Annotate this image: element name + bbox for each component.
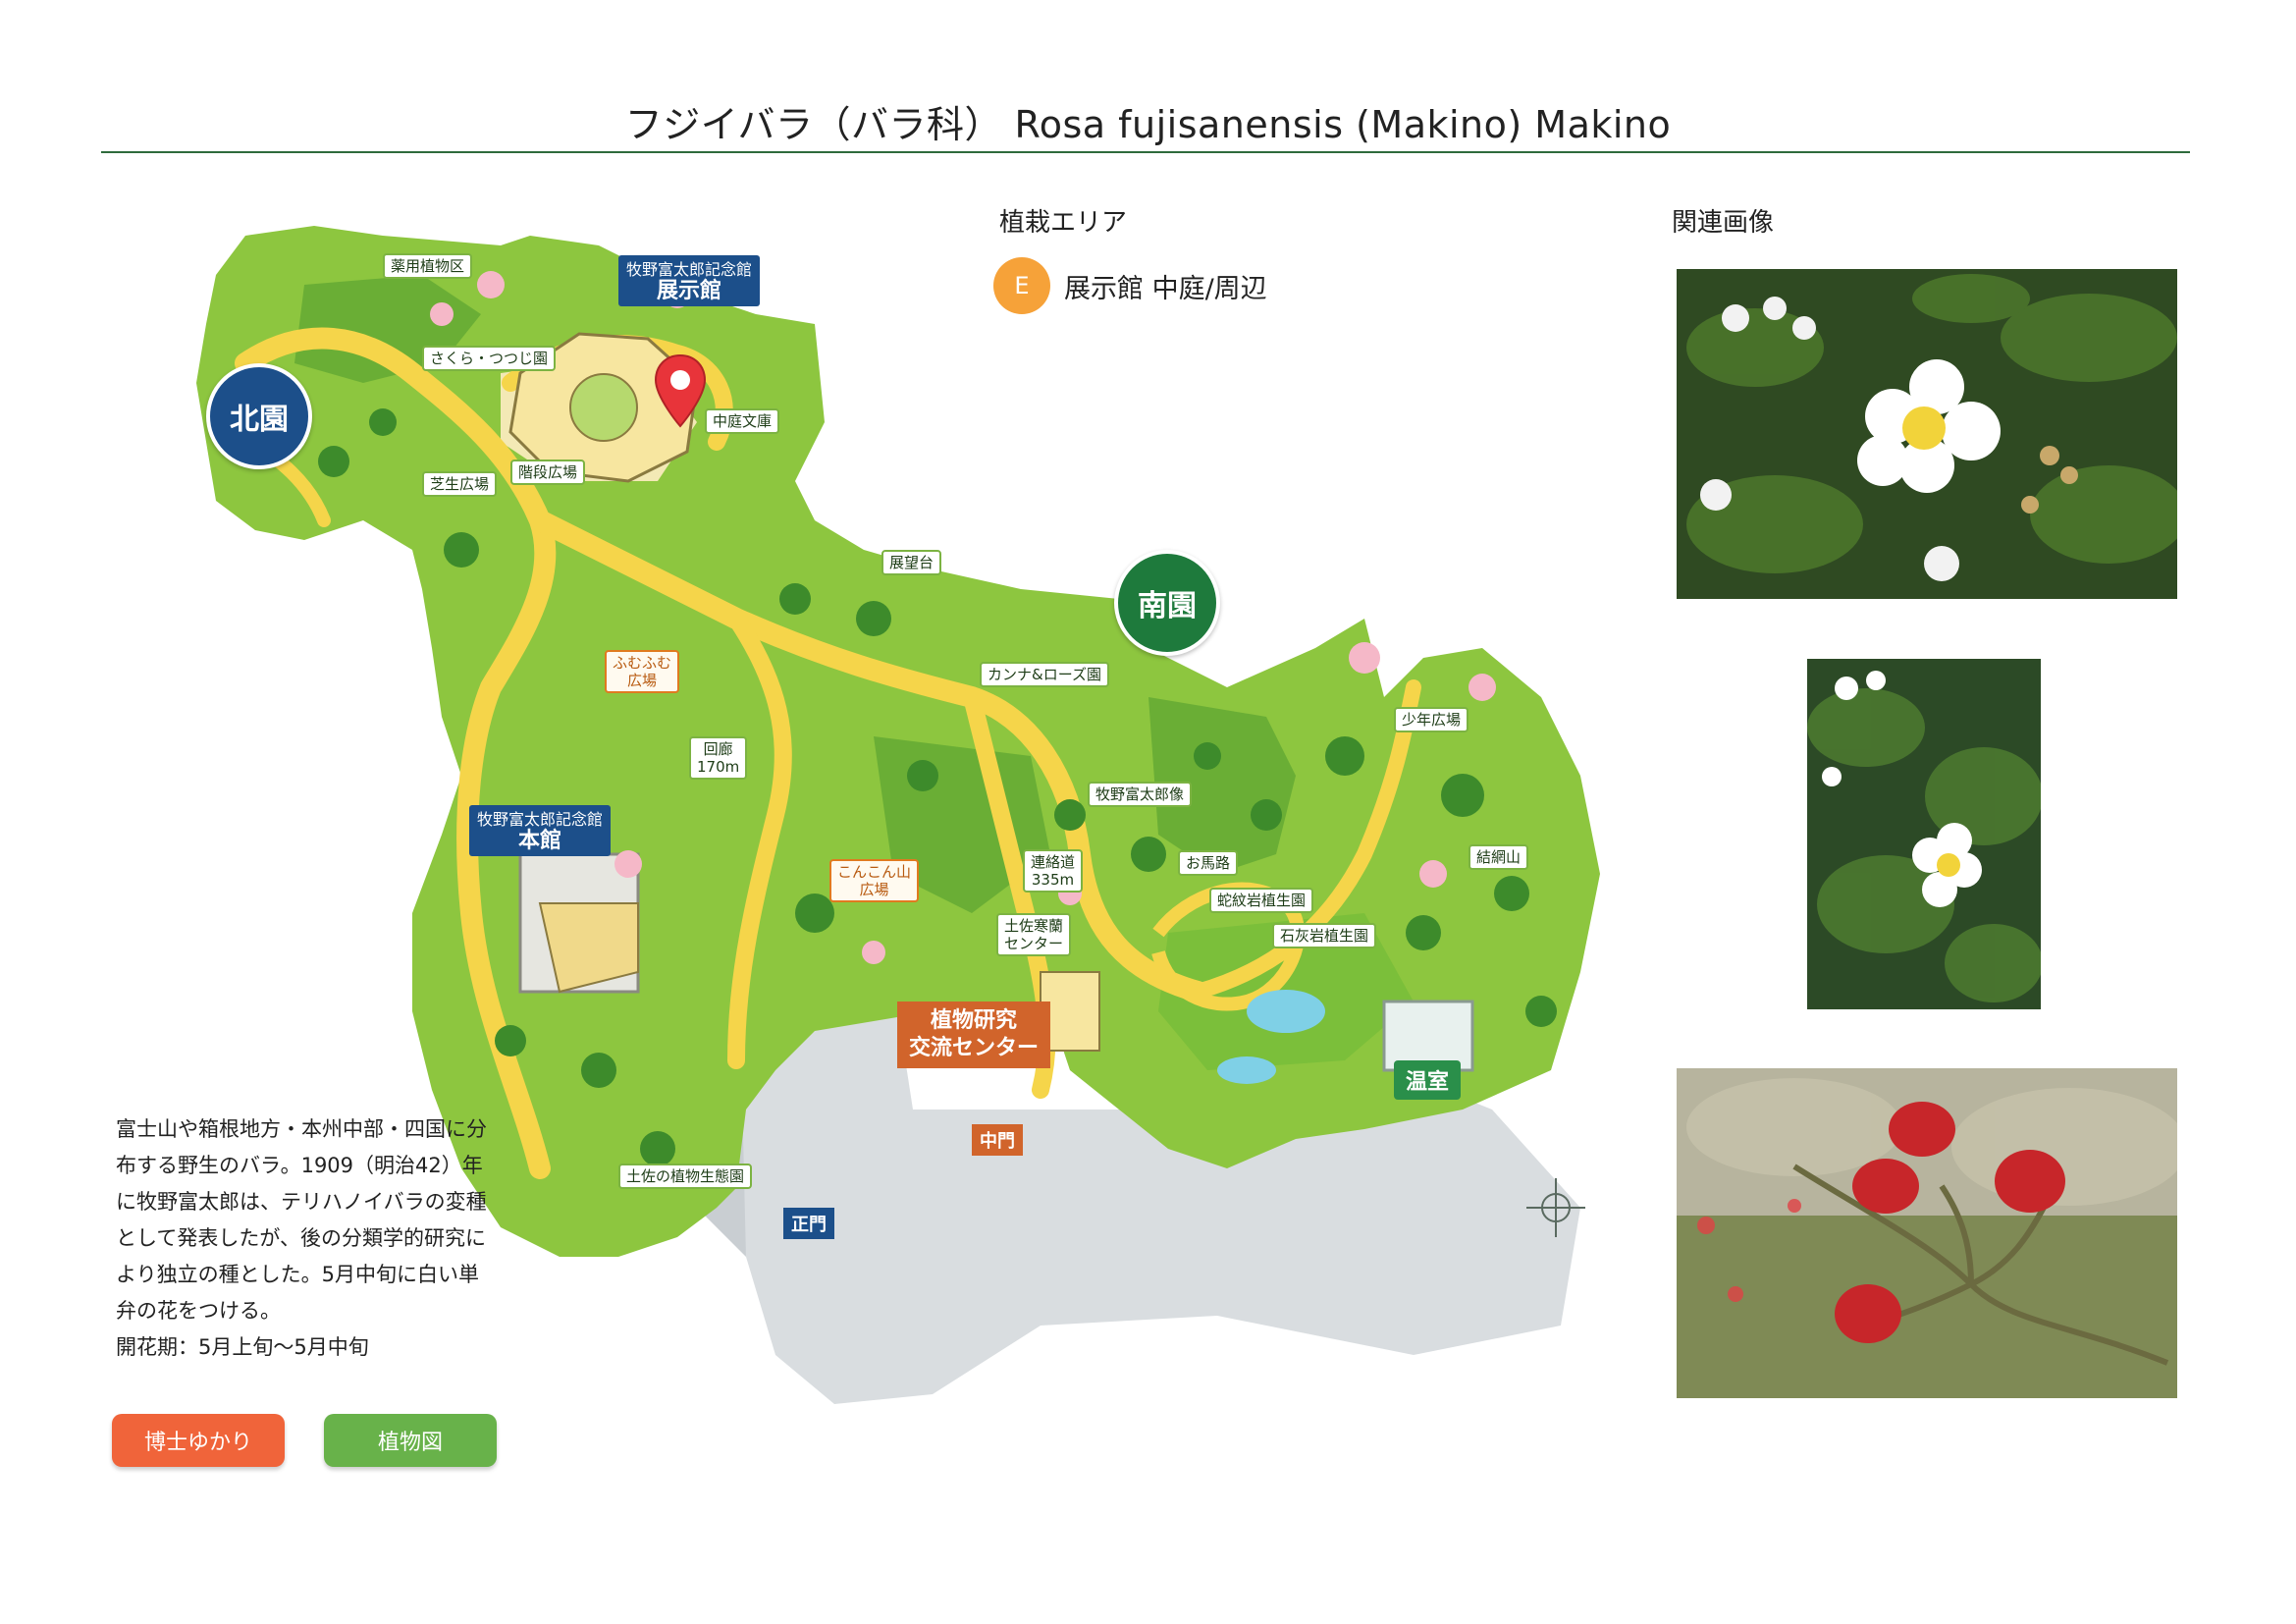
photo-branch-illustration	[1807, 659, 2041, 1009]
hakase-button[interactable]: 博士ゆかり	[112, 1414, 285, 1467]
description-text: 富士山や箱根地方・本州中部・四国に分布する野生のバラ。1909（明治42）年に牧…	[116, 1117, 487, 1323]
title-divider	[101, 151, 2190, 153]
label-makinozo[interactable]: 牧野富太郎像	[1088, 782, 1193, 807]
area-location: 展示館 中庭/周辺	[1064, 273, 1267, 304]
label-cannarose[interactable]: カンナ&ローズ園	[980, 662, 1109, 687]
exhibit-hall-line1: 牧野富太郎記念館	[626, 260, 753, 279]
page-title: フジイバラ（バラ科） Rosa fujisanensis (Makino) Ma…	[624, 103, 1672, 146]
main-hall-line2: 本館	[518, 829, 562, 853]
research-center-line1: 植物研究	[931, 1008, 1018, 1033]
label-sakura[interactable]: さくら・つつじ園	[422, 346, 557, 371]
area-badge: E	[993, 257, 1050, 314]
plant-illustration-button[interactable]: 植物図	[324, 1414, 497, 1467]
red-rose-hips-photo[interactable]	[1677, 1068, 2177, 1398]
white-rose-branch-photo[interactable]	[1807, 659, 2041, 1009]
location-pin-icon[interactable]	[653, 353, 708, 428]
main-hall-line1: 牧野富太郎記念館	[477, 810, 604, 829]
photo-blossom-illustration	[1677, 269, 2177, 599]
label-tosa[interactable]: 土佐の植物生態園	[618, 1164, 753, 1189]
label-omichi[interactable]: お馬路	[1178, 850, 1239, 876]
white-rose-blossom-photo[interactable]	[1677, 269, 2177, 599]
label-jamongan[interactable]: 蛇紋岩植生園	[1209, 888, 1314, 913]
label-kaidan[interactable]: 階段広場	[510, 460, 586, 485]
south-garden-badge[interactable]: 南園	[1114, 550, 1220, 656]
label-fumufumu[interactable]: ふむふむ 広場	[605, 650, 680, 693]
label-kekkou[interactable]: 結網山	[1468, 844, 1529, 870]
label-nakaniwa[interactable]: 中庭文庫	[705, 408, 780, 434]
label-renraku[interactable]: 連絡道 335m	[1023, 849, 1084, 893]
photo-hips-illustration	[1677, 1068, 2177, 1398]
label-tenbodai[interactable]: 展望台	[881, 550, 942, 575]
label-kairou[interactable]: 回廊 170m	[689, 736, 748, 780]
research-center-label[interactable]: 植物研究 交流センター	[897, 1001, 1051, 1068]
middle-gate-label[interactable]: 中門	[972, 1124, 1023, 1156]
main-hall-label[interactable]: 牧野富太郎記念館 本館	[469, 805, 612, 856]
exhibit-hall-label[interactable]: 牧野富太郎記念館 展示館	[618, 255, 761, 306]
label-konkon[interactable]: こんこん山 広場	[829, 859, 920, 902]
label-shonen[interactable]: 少年広場	[1394, 707, 1469, 732]
related-images-heading: 関連画像	[1672, 208, 1775, 238]
label-tosakan[interactable]: 土佐寒蘭 センター	[996, 913, 1072, 956]
planting-area-row[interactable]: E 展示館 中庭/周辺	[993, 257, 1267, 314]
label-yakuyo[interactable]: 薬用植物区	[383, 253, 473, 279]
species-description: 富士山や箱根地方・本州中部・四国に分布する野生のバラ。1909（明治42）年に牧…	[116, 1111, 489, 1366]
label-shiba[interactable]: 芝生広場	[422, 471, 498, 497]
main-gate-label[interactable]: 正門	[783, 1208, 834, 1239]
research-center-line2: 交流センター	[909, 1036, 1040, 1060]
north-garden-badge[interactable]: 北園	[206, 363, 312, 469]
planting-area-heading: 植栽エリア	[999, 208, 1128, 238]
greenhouse-label[interactable]: 温室	[1394, 1060, 1462, 1100]
exhibit-hall-line2: 展示館	[657, 279, 722, 303]
label-sekkaigan[interactable]: 石灰岩植生園	[1272, 923, 1377, 948]
bloom-period: 開花期：5月上旬〜5月中旬	[116, 1335, 369, 1359]
